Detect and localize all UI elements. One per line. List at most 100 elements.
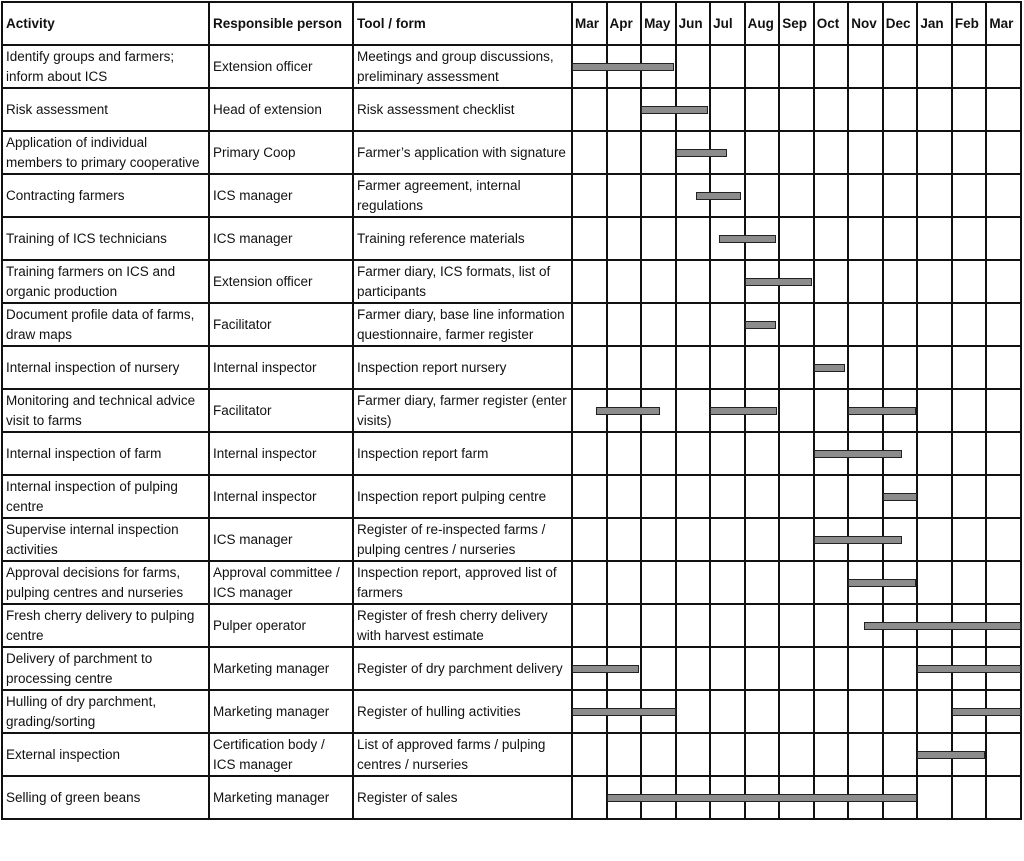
month-cell [640, 216, 677, 261]
activity-cell: External inspection [1, 732, 210, 777]
month-cell [640, 388, 677, 433]
activity-cell: Fresh cherry delivery to pulping centre [1, 603, 210, 648]
activity-cell: Hulling of dry parchment, grading/sortin… [1, 689, 210, 734]
month-cell [778, 775, 815, 820]
month-cell [812, 732, 850, 777]
month-cell [778, 345, 815, 390]
month-cell [640, 302, 677, 347]
month-cell [743, 216, 781, 261]
month-cell [709, 603, 746, 648]
month-cell [950, 173, 988, 218]
month-cell [916, 216, 953, 261]
month-cell [985, 431, 1022, 476]
month-cell [674, 173, 712, 218]
table-row: Monitoring and technical advice visit to… [1, 388, 1022, 433]
month-cell [950, 345, 988, 390]
month-cell [571, 44, 608, 89]
activity-cell: Application of individual members to pri… [1, 130, 210, 175]
month-cell [709, 775, 746, 820]
activity-cell: Identify groups and farmers; inform abou… [1, 44, 210, 89]
month-cell [709, 732, 746, 777]
month-cell [778, 646, 815, 691]
activity-cell: Document profile data of farms, draw map… [1, 302, 210, 347]
column-header-responsible-person: Responsible person [208, 1, 354, 46]
activity-cell: Training farmers on ICS and organic prod… [1, 259, 210, 304]
month-cell [709, 259, 746, 304]
month-cell [571, 603, 608, 648]
responsible-person-cell: Approval committee / ICS manager [208, 560, 354, 605]
activity-cell: Internal inspection of pulping centre [1, 474, 210, 519]
month-cell [847, 216, 884, 261]
month-cell [605, 44, 643, 89]
month-cell [950, 87, 988, 132]
month-cell [881, 646, 919, 691]
month-cell [985, 87, 1022, 132]
month-cell [847, 431, 884, 476]
table-row: Approval decisions for farms, pulping ce… [1, 560, 1022, 605]
month-cell [778, 517, 815, 562]
month-cell [950, 302, 988, 347]
table-row: Identify groups and farmers; inform abou… [1, 44, 1022, 89]
responsible-person-cell: Pulper operator [208, 603, 354, 648]
month-cell [881, 474, 919, 519]
month-cell [950, 732, 988, 777]
month-cell [743, 44, 781, 89]
tool-form-cell: Register of hulling activities [352, 689, 573, 734]
tool-form-cell: Farmer diary, base line information ques… [352, 302, 573, 347]
month-cell [950, 130, 988, 175]
responsible-person-cell: Marketing manager [208, 689, 354, 734]
month-cell [950, 603, 988, 648]
responsible-person-cell: Facilitator [208, 302, 354, 347]
month-cell [812, 775, 850, 820]
month-cell [571, 345, 608, 390]
table-row: Delivery of parchment to processing cent… [1, 646, 1022, 691]
tool-form-cell: Farmer agreement, internal regulations [352, 173, 573, 218]
month-cell [640, 775, 677, 820]
month-cell [881, 560, 919, 605]
month-cell [778, 173, 815, 218]
month-header: Sep [778, 1, 815, 46]
table-row: Internal inspection of nursery Internal i… [1, 345, 1022, 390]
month-cell [605, 345, 643, 390]
month-cell [881, 517, 919, 562]
month-cell [950, 216, 988, 261]
table-row: Internal inspection of farm Internal insp… [1, 431, 1022, 476]
tool-form-cell: Meetings and group discussions, prelimin… [352, 44, 573, 89]
responsible-person-cell: Extension officer [208, 259, 354, 304]
month-header: May [640, 1, 677, 46]
month-cell [985, 646, 1022, 691]
month-cell [812, 345, 850, 390]
month-cell [571, 87, 608, 132]
table-row: External inspection Certification body / … [1, 732, 1022, 777]
month-cell [985, 732, 1022, 777]
month-cell [812, 689, 850, 734]
month-cell [571, 775, 608, 820]
month-cell [812, 44, 850, 89]
month-cell [950, 431, 988, 476]
month-cell [916, 732, 953, 777]
month-cell [778, 87, 815, 132]
month-header: Jan [916, 1, 953, 46]
month-cell [674, 474, 712, 519]
month-cell [605, 732, 643, 777]
month-cell [916, 474, 953, 519]
month-cell [847, 560, 884, 605]
month-cell [743, 646, 781, 691]
column-header-tool-form: Tool / form [352, 1, 573, 46]
month-cell [881, 302, 919, 347]
month-cell [778, 259, 815, 304]
month-cell [743, 173, 781, 218]
month-cell [985, 302, 1022, 347]
tool-form-cell: Register of dry parchment delivery [352, 646, 573, 691]
month-cell [985, 345, 1022, 390]
month-header: Mar [985, 1, 1022, 46]
table-row: Application of individual members to pri… [1, 130, 1022, 175]
month-cell [674, 87, 712, 132]
month-cell [743, 732, 781, 777]
month-cell [847, 517, 884, 562]
month-cell [674, 560, 712, 605]
month-cell [778, 302, 815, 347]
month-cell [985, 259, 1022, 304]
month-header: Dec [881, 1, 919, 46]
header-row: Activity Responsible person Tool / form … [1, 1, 1022, 46]
